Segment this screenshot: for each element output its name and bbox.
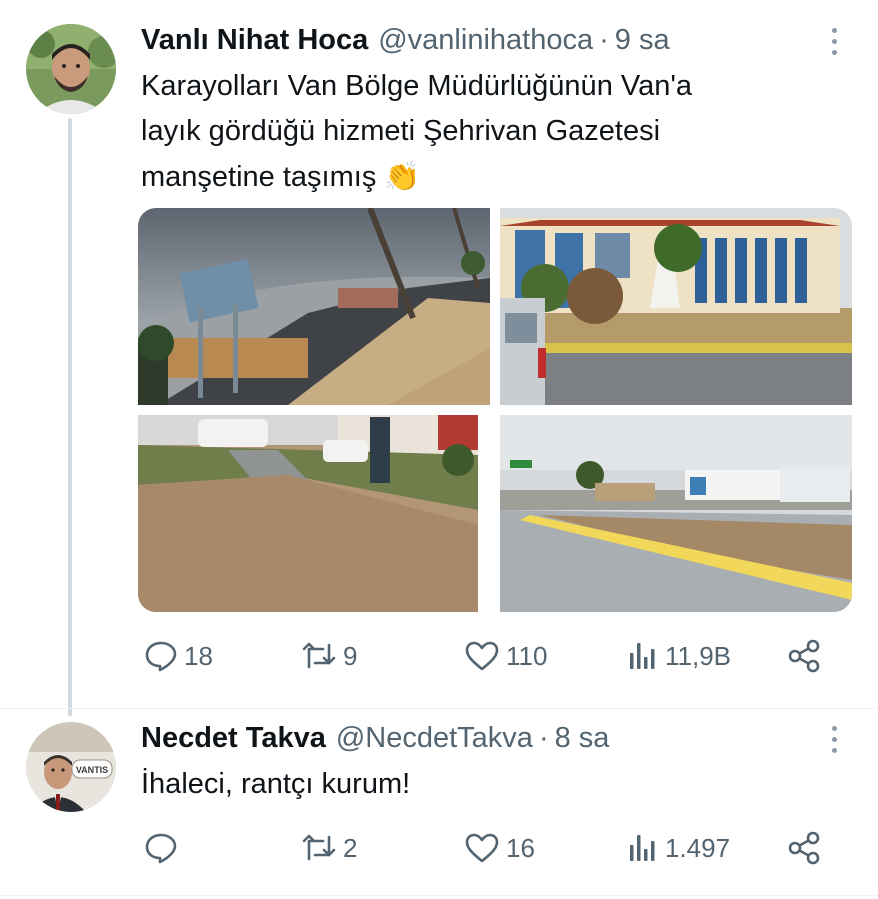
author-handle[interactable]: @NecdetTakva: [336, 722, 533, 755]
view-count: 11,9B: [665, 640, 732, 671]
author-handle[interactable]: @vanlinihathoca: [378, 24, 593, 57]
reply-icon: [145, 641, 177, 672]
avatar-vanli-nihat-hoca[interactable]: [26, 24, 116, 114]
like-icon: [465, 641, 499, 671]
tweet-1-header: Vanlı Nihat Hoca @vanlinihathoca · 9 sa: [141, 20, 670, 60]
repost-icon: [302, 834, 336, 861]
author-name[interactable]: Necdet Takva: [141, 722, 326, 755]
government-building-photo[interactable]: [500, 208, 852, 405]
views-button[interactable]: 1.497: [627, 828, 730, 868]
like-button[interactable]: 16: [464, 828, 535, 868]
share-icon: [788, 831, 820, 865]
roadside-billboard-photo[interactable]: [138, 208, 490, 405]
views-icon: [630, 643, 655, 669]
avatar-logo-text: VANTIS: [76, 765, 108, 775]
author-name[interactable]: Vanlı Nihat Hoca: [141, 24, 368, 57]
more-options-icon[interactable]: [830, 726, 838, 753]
bottom-divider: [0, 895, 878, 896]
repost-button[interactable]: 9: [301, 636, 357, 676]
reply-count: 18: [184, 640, 213, 671]
tweet-text-line: manşetine taşımış 👏: [141, 159, 421, 193]
broken-sidewalk-photo[interactable]: [138, 415, 478, 612]
like-count: 16: [506, 832, 535, 863]
repost-count: 2: [343, 832, 358, 863]
tweet-text-line: Karayolları Van Bölge Müdürlüğünün Van'a: [141, 70, 692, 102]
view-count: 1.497: [665, 832, 731, 863]
repost-icon: [302, 642, 336, 669]
tweet-time[interactable]: 8 sa: [555, 722, 610, 755]
share-button[interactable]: [786, 636, 822, 676]
tweet-text-line: layık gördüğü hizmeti Şehrivan Gazetesi: [141, 115, 661, 147]
tweet-time[interactable]: 9 sa: [615, 24, 670, 57]
share-icon: [788, 639, 820, 673]
tweet-2-header: Necdet Takva @NecdetTakva · 8 sa: [141, 718, 609, 758]
repost-button[interactable]: 2: [301, 828, 357, 868]
like-count: 110: [506, 640, 548, 671]
separator-dot: ·: [599, 23, 609, 56]
tweet-2-text: İhaleci, rantçı kurum!: [141, 762, 410, 807]
separator-dot: ·: [538, 721, 549, 754]
more-options-icon[interactable]: [830, 28, 838, 55]
like-button[interactable]: 110: [464, 636, 547, 676]
media-grid: [138, 208, 852, 612]
thread-connector-line: [68, 118, 72, 716]
tweet-text-line: İhaleci, rantçı kurum!: [141, 768, 411, 800]
like-icon: [465, 833, 499, 863]
reply-icon: [145, 833, 177, 864]
tweet-1-actions: 18 9 110 11,9B: [141, 636, 841, 676]
tweet-1-text: Karayolları Van Bölge Müdürlüğünün Van'a…: [141, 64, 692, 200]
avatar-necdet-takva[interactable]: VANTIS: [26, 722, 116, 812]
tweet-2-actions: 2 16 1.497: [141, 828, 841, 868]
highway-trucks-photo[interactable]: [500, 415, 852, 612]
repost-count: 9: [343, 640, 358, 671]
reply-button[interactable]: [144, 828, 184, 868]
share-button[interactable]: [786, 828, 822, 868]
views-icon: [630, 835, 655, 861]
clapping-hands-emoji: 👏: [384, 159, 421, 193]
reply-button[interactable]: 18: [144, 636, 213, 676]
views-button[interactable]: 11,9B: [627, 636, 731, 676]
tweet-divider: [0, 708, 878, 709]
